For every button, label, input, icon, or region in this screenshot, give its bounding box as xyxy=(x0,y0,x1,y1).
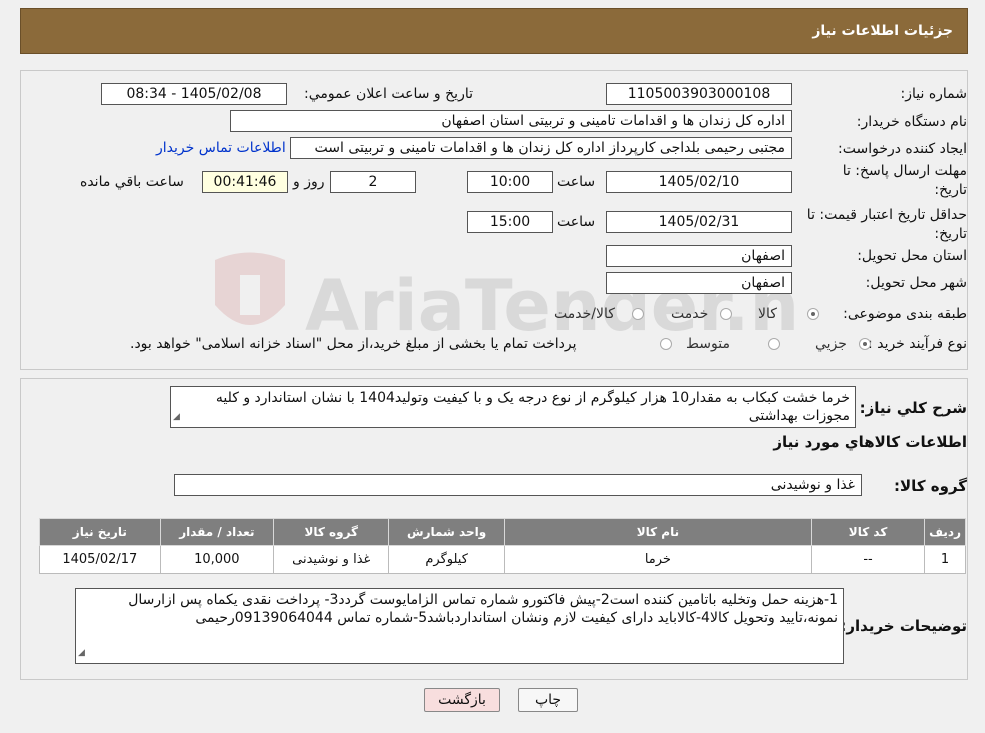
cell-goods-name: خرما xyxy=(503,545,813,574)
category-label: طبقه بندی موضوعی: xyxy=(843,306,967,322)
print-button[interactable]: چاپ xyxy=(518,688,578,712)
goods-table: رديف کد کالا نام کالا واحد شمارش گروه کا… xyxy=(39,518,966,574)
need-number-field: 1105003903000108 xyxy=(606,83,792,105)
validity-date-field: 1405/02/31 xyxy=(606,211,792,233)
header-goods-name: نام کالا xyxy=(503,518,813,546)
category-radio-goods[interactable] xyxy=(807,308,819,320)
city-field: اصفهان xyxy=(606,272,792,294)
goods-group-label: گروه کالا: xyxy=(894,477,967,495)
goods-table-wrapper: رديف کد کالا نام کالا واحد شمارش گروه کا… xyxy=(39,518,966,574)
deadline-time-field: 10:00 xyxy=(467,171,553,193)
days-field: 2 xyxy=(330,171,416,193)
days-label: روز و xyxy=(293,174,325,190)
description-text: خرما خشت کبکاب به مقدار10 هزار کیلوگرم ا… xyxy=(215,390,850,424)
buyer-org-label: نام دستگاه خريدار: xyxy=(856,114,967,130)
process-note: پرداخت تمام يا بخشی از مبلغ خريد،از محل … xyxy=(130,336,577,352)
page-header: جزئیات اطلاعات نیاز xyxy=(20,8,968,54)
deadline-date-field: 1405/02/10 xyxy=(606,171,792,193)
deadline-time-label: ساعت xyxy=(557,174,596,190)
header-unit: واحد شمارش xyxy=(388,518,505,546)
process-label: نوع فرآيند خريد : xyxy=(868,336,967,352)
creator-field: مجتبی رحیمی بلداجی کارپرداز اداره کل زند… xyxy=(290,137,792,159)
header-need-date: تاريخ نياز xyxy=(39,518,161,546)
resize-grip-icon[interactable]: ◢ xyxy=(173,408,180,426)
remaining-time-field: 00:41:46 xyxy=(202,171,288,193)
announce-field: 1405/02/08 - 08:34 xyxy=(101,83,287,105)
process-treasury-checkbox[interactable] xyxy=(660,338,672,350)
category-option-goods-service: کالا/خدمت xyxy=(554,306,615,322)
header-goods-code: کد کالا xyxy=(810,518,926,546)
cell-goods-code: -- xyxy=(810,545,926,574)
buyer-org-field: اداره کل زندان ها و اقدامات تامینی و ترب… xyxy=(230,110,792,132)
category-option-service: خدمت xyxy=(671,306,709,322)
validity-time-field: 15:00 xyxy=(467,211,553,233)
description-field: خرما خشت کبکاب به مقدار10 هزار کیلوگرم ا… xyxy=(170,386,856,428)
cell-unit: کیلوگرم xyxy=(388,545,505,574)
validity-time-label: ساعت xyxy=(557,214,596,230)
page-title: جزئیات اطلاعات نیاز xyxy=(812,23,953,39)
table-row: 1 -- خرما کیلوگرم غذا و نوشیدنی 10,000 1… xyxy=(39,545,966,574)
process-option-medium: متوسط xyxy=(686,336,730,352)
process-radio-minor[interactable] xyxy=(859,338,871,350)
cell-quantity: 10,000 xyxy=(159,545,275,574)
goods-table-header: رديف کد کالا نام کالا واحد شمارش گروه کا… xyxy=(39,518,966,546)
province-label: استان محل تحويل: xyxy=(857,248,967,264)
buyer-notes-text: 1-هزینه حمل وتخلیه باتامین کننده است2-پی… xyxy=(128,592,838,626)
goods-info-title: اطلاعات کالاهاي مورد نياز xyxy=(773,433,967,451)
goods-group-field: غذا و نوشیدنی xyxy=(174,474,862,496)
cell-goods-group: غذا و نوشیدنی xyxy=(273,545,390,574)
province-field: اصفهان xyxy=(606,245,792,267)
buyer-notes-field: 1-هزینه حمل وتخلیه باتامین کننده است2-پی… xyxy=(75,588,844,664)
deadline-label-date: تاريخ: xyxy=(934,182,967,198)
header-quantity: تعداد / مقدار xyxy=(159,518,275,546)
category-option-goods: کالا xyxy=(758,306,777,322)
cell-row-number: 1 xyxy=(924,545,966,574)
validity-label: حداقل تاريخ اعتبار قيمت: تا xyxy=(806,207,967,223)
buyer-notes-label: توضيحات خريدار: xyxy=(840,617,967,635)
deadline-label: مهلت ارسال پاسخ: تا xyxy=(842,163,967,179)
process-radio-medium[interactable] xyxy=(768,338,780,350)
announce-label: تاریخ و ساعت اعلان عمومي: xyxy=(304,86,473,102)
process-option-minor: جزيي xyxy=(815,336,847,352)
validity-label-date: تاريخ: xyxy=(934,226,967,242)
description-label: شرح کلي نياز: xyxy=(859,399,967,417)
back-button[interactable]: بازگشت xyxy=(424,688,500,712)
need-number-label: شماره نیاز: xyxy=(900,86,968,102)
remaining-time-label: ساعت باقي مانده xyxy=(80,174,184,190)
category-radio-goods-service[interactable] xyxy=(632,308,644,320)
resize-grip-icon[interactable]: ◢ xyxy=(78,644,85,662)
city-label: شهر محل تحويل: xyxy=(865,275,967,291)
buyer-contact-link[interactable]: اطلاعات تماس خريدار xyxy=(156,140,286,156)
creator-label: ايجاد کننده درخواست: xyxy=(838,141,967,157)
cell-need-date: 1405/02/17 xyxy=(39,545,161,574)
category-radio-service[interactable] xyxy=(720,308,732,320)
header-goods-group: گروه کالا xyxy=(273,518,390,546)
header-row-number: رديف xyxy=(924,518,966,546)
